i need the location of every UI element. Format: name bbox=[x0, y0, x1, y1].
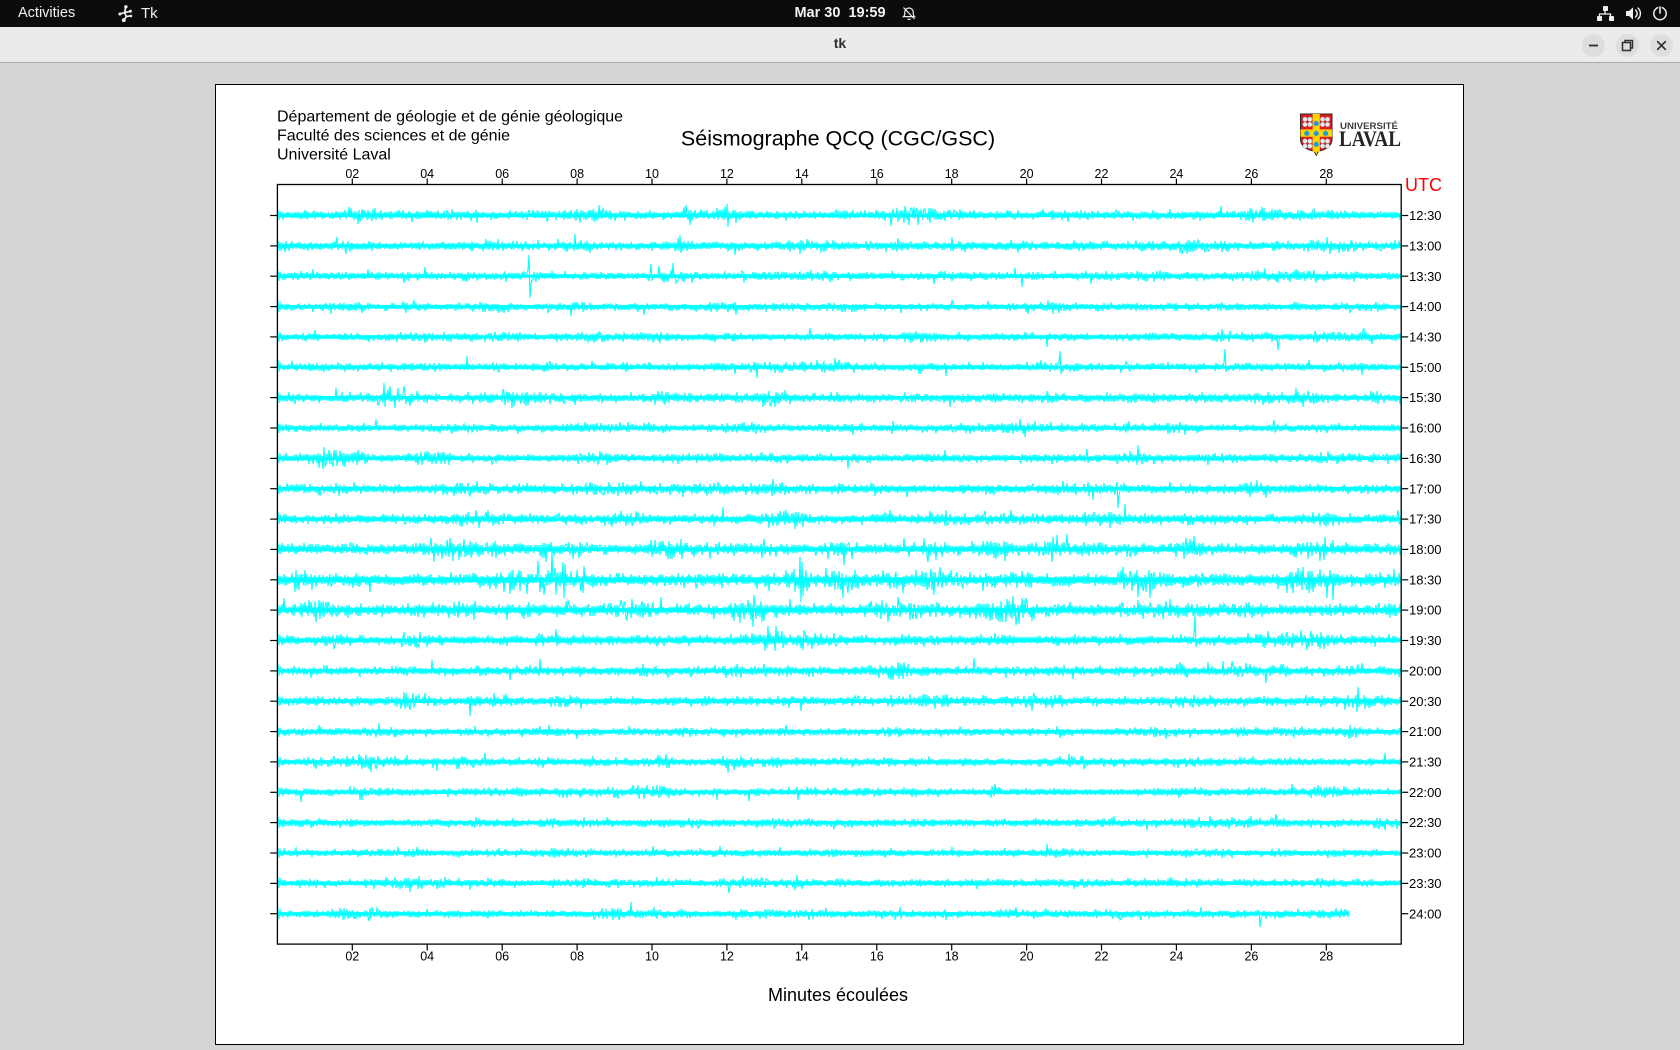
svg-text:UTC: UTC bbox=[1405, 174, 1442, 194]
svg-text:17:00: 17:00 bbox=[1409, 481, 1442, 496]
svg-text:24:00: 24:00 bbox=[1409, 906, 1442, 921]
svg-text:19:00: 19:00 bbox=[1409, 602, 1442, 617]
svg-text:14:00: 14:00 bbox=[1409, 299, 1442, 314]
svg-text:04: 04 bbox=[420, 949, 434, 963]
svg-text:13:30: 13:30 bbox=[1409, 268, 1442, 283]
svg-text:19:30: 19:30 bbox=[1409, 633, 1442, 648]
svg-text:21:30: 21:30 bbox=[1409, 754, 1442, 769]
svg-text:23:00: 23:00 bbox=[1409, 845, 1442, 860]
svg-text:18: 18 bbox=[944, 949, 958, 963]
svg-text:18: 18 bbox=[944, 167, 958, 181]
svg-text:02: 02 bbox=[345, 167, 359, 181]
svg-text:20: 20 bbox=[1019, 167, 1033, 181]
svg-text:21:00: 21:00 bbox=[1409, 724, 1442, 739]
svg-text:Minutes écoulées: Minutes écoulées bbox=[767, 985, 907, 1005]
svg-text:02: 02 bbox=[345, 949, 359, 963]
svg-text:20:30: 20:30 bbox=[1409, 693, 1442, 708]
svg-text:14:30: 14:30 bbox=[1409, 329, 1442, 344]
svg-text:26: 26 bbox=[1244, 167, 1258, 181]
svg-text:10: 10 bbox=[645, 167, 659, 181]
svg-text:16: 16 bbox=[869, 167, 883, 181]
svg-text:26: 26 bbox=[1244, 949, 1258, 963]
svg-text:06: 06 bbox=[495, 949, 509, 963]
svg-text:22: 22 bbox=[1094, 167, 1108, 181]
svg-text:24: 24 bbox=[1169, 949, 1183, 963]
svg-text:18:30: 18:30 bbox=[1409, 572, 1442, 587]
svg-text:28: 28 bbox=[1319, 167, 1333, 181]
svg-text:12: 12 bbox=[719, 167, 733, 181]
svg-text:Université Laval: Université Laval bbox=[277, 146, 391, 163]
svg-text:06: 06 bbox=[495, 167, 509, 181]
svg-text:12: 12 bbox=[719, 949, 733, 963]
svg-text:Faculté des sciences et de gén: Faculté des sciences et de génie bbox=[277, 127, 510, 144]
svg-text:24: 24 bbox=[1169, 167, 1183, 181]
svg-text:28: 28 bbox=[1319, 949, 1333, 963]
svg-text:12:30: 12:30 bbox=[1409, 208, 1442, 223]
svg-text:14: 14 bbox=[794, 167, 808, 181]
svg-text:Département de géologie et de: Département de géologie et de génie géol… bbox=[277, 108, 623, 125]
svg-text:22: 22 bbox=[1094, 949, 1108, 963]
svg-text:16:00: 16:00 bbox=[1409, 420, 1442, 435]
svg-text:LAVAL: LAVAL bbox=[1339, 126, 1401, 151]
svg-text:13:00: 13:00 bbox=[1409, 238, 1442, 253]
svg-text:16:30: 16:30 bbox=[1409, 451, 1442, 466]
svg-text:18:00: 18:00 bbox=[1409, 542, 1442, 557]
svg-text:23:30: 23:30 bbox=[1409, 876, 1442, 891]
svg-text:15:00: 15:00 bbox=[1409, 359, 1442, 374]
svg-text:14: 14 bbox=[794, 949, 808, 963]
svg-text:20: 20 bbox=[1019, 949, 1033, 963]
svg-text:22:30: 22:30 bbox=[1409, 815, 1442, 830]
svg-text:10: 10 bbox=[645, 949, 659, 963]
svg-text:08: 08 bbox=[570, 949, 584, 963]
svg-text:04: 04 bbox=[420, 167, 434, 181]
svg-text:17:30: 17:30 bbox=[1409, 511, 1442, 526]
svg-text:16: 16 bbox=[869, 949, 883, 963]
svg-text:Séismographe QCQ (CGC/GSC): Séismographe QCQ (CGC/GSC) bbox=[680, 126, 994, 150]
svg-text:15:30: 15:30 bbox=[1409, 390, 1442, 405]
svg-text:20:00: 20:00 bbox=[1409, 663, 1442, 678]
svg-text:22:00: 22:00 bbox=[1409, 784, 1442, 799]
svg-text:08: 08 bbox=[570, 167, 584, 181]
